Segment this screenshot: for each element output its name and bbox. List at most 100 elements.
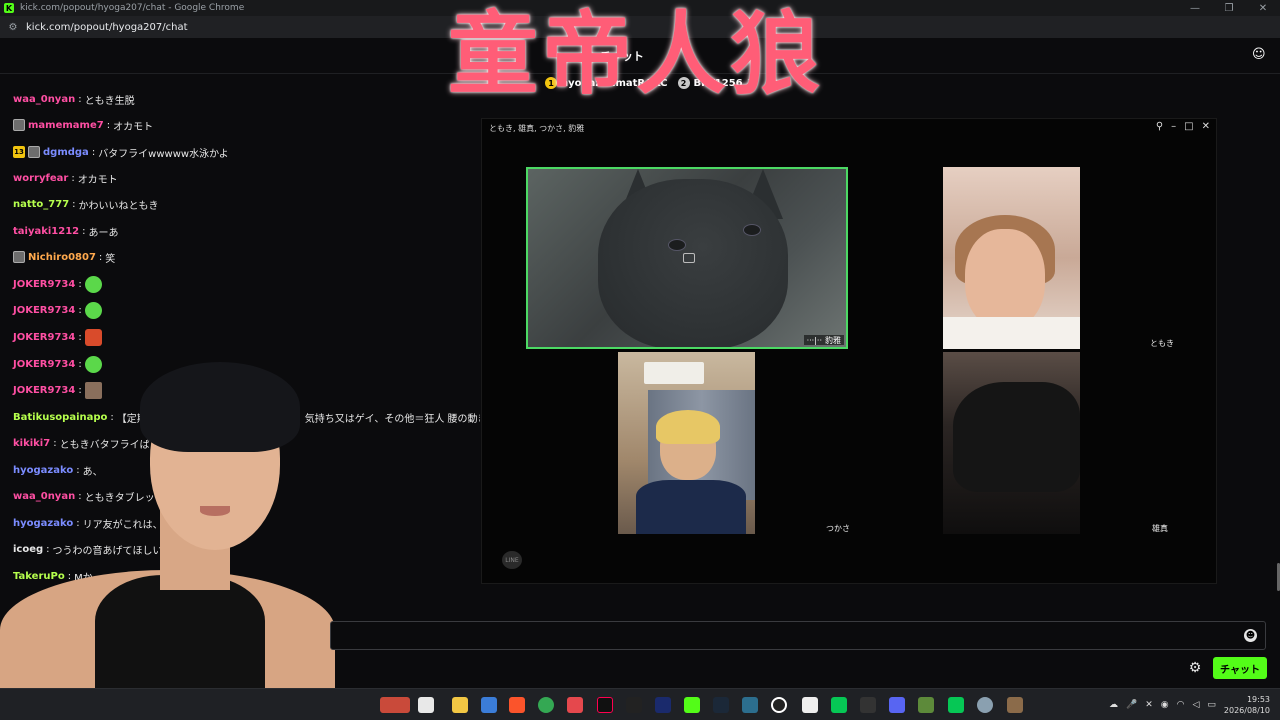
user-avatar-icon (28, 146, 40, 158)
chat-message: natto_777: かわいいねともき (13, 198, 159, 212)
emoji-icon[interactable]: ☻ (1244, 629, 1257, 642)
microphone-icon[interactable]: 🎤 (1126, 700, 1137, 710)
gear-icon[interactable]: ⚙ (1187, 660, 1203, 676)
app-icon[interactable] (481, 697, 497, 713)
streamer-video (95, 575, 265, 690)
chat-input[interactable] (331, 622, 1265, 649)
emote-icon (84, 328, 102, 346)
video-call-window[interactable]: ともき, 雄真, つかさ, 豹雅 ⚲ – □ ✕ ···|·· 豹雅 ともき つ… (481, 118, 1217, 584)
site-info-icon[interactable]: ⚙ (6, 22, 20, 33)
app-icon[interactable] (1007, 697, 1023, 713)
participant-video (965, 229, 1045, 329)
chat-message: JOKER9734: (13, 275, 102, 293)
app-thumbnail-icon[interactable] (380, 697, 410, 713)
participant-tile[interactable] (943, 167, 1080, 349)
volume-icon[interactable]: ◁ (1192, 700, 1199, 710)
line-icon[interactable] (948, 697, 964, 713)
participant-video (636, 480, 746, 534)
chat-username[interactable]: dgmdga (43, 147, 89, 158)
kick-logo-icon: K (4, 3, 14, 13)
app-icon[interactable] (860, 697, 876, 713)
audio-level-icon: ···|·· (806, 335, 822, 345)
participant-tile[interactable] (618, 352, 755, 534)
chat-text: バタフライwwwww水泳かよ (98, 148, 229, 160)
steam-icon[interactable] (713, 697, 729, 713)
chat-message: JOKER9734: (13, 301, 102, 319)
folder-icon[interactable] (452, 697, 468, 713)
user-avatar-icon (13, 119, 25, 131)
chat-input-box: ☻ (330, 621, 1266, 650)
settings-icon[interactable] (977, 697, 993, 713)
users-icon[interactable]: ☺ (1252, 47, 1268, 63)
battery-icon[interactable]: ▭ (1207, 700, 1216, 710)
participant-name: 豹雅 (825, 335, 841, 345)
maximize-icon[interactable]: ❐ (1212, 0, 1246, 16)
discord-icon[interactable] (889, 697, 905, 713)
network-icon[interactable]: ☁ (1109, 700, 1118, 710)
app-icon[interactable] (418, 697, 434, 713)
line-icon[interactable] (831, 697, 847, 713)
chat-username[interactable]: JOKER9734 (13, 332, 75, 343)
chat-username[interactable]: Nichiro0807 (28, 252, 96, 263)
participant-name-box: ···|·· 豹雅 (803, 335, 844, 345)
chat-username[interactable]: waa_0nyan (13, 94, 75, 105)
window-title: kick.com/popout/hyoga207/chat - Google C… (20, 3, 245, 13)
app-icon[interactable] (802, 697, 818, 713)
close-icon[interactable]: ✕ (1246, 0, 1280, 16)
chat-message: mamemame7: オカモト (13, 116, 153, 134)
participant-video (953, 382, 1080, 492)
emote-icon (84, 301, 102, 319)
chat-username[interactable]: taiyaki1212 (13, 226, 79, 237)
camera-off-icon (683, 253, 695, 263)
pin-icon[interactable]: ⚲ (1156, 121, 1163, 132)
brave-icon[interactable] (509, 697, 525, 713)
chat-message: Nichiro0807: 笑 (13, 248, 115, 266)
chat-username[interactable]: natto_777 (13, 199, 69, 210)
participant-video (656, 410, 720, 444)
chrome-icon[interactable] (538, 697, 554, 713)
chat-message: waa_0nyan: ともき生脱 (13, 93, 135, 107)
streamer-webcam-overlay (0, 360, 340, 690)
clock-date: 2026/08/10 (1223, 706, 1270, 715)
subscriber-badge-icon: 13 (13, 146, 25, 158)
minimize-icon[interactable]: — (1178, 0, 1212, 16)
chat-text: オカモト (113, 121, 154, 133)
window-controls: — ❐ ✕ (1178, 0, 1280, 16)
cat-image (598, 179, 788, 347)
send-chat-button[interactable]: チャット (1213, 657, 1267, 679)
wifi-icon[interactable]: ◠ (1177, 700, 1185, 710)
app-icon[interactable] (567, 697, 583, 713)
chat-message: JOKER9734: (13, 328, 102, 346)
chat-username[interactable]: worryfear (13, 173, 68, 184)
line-logo-icon: LINE (502, 551, 522, 569)
chat-message: worryfear: オカモト (13, 172, 118, 186)
minimize-icon[interactable]: – (1171, 121, 1176, 132)
chat-text: 笑 (105, 253, 116, 265)
close-icon[interactable]: ✕ (1202, 121, 1210, 132)
participant-tile[interactable] (943, 352, 1080, 534)
edge-icon[interactable]: ◉ (1161, 700, 1169, 710)
close-icon[interactable]: ✕ (1145, 700, 1153, 710)
chat-username[interactable]: JOKER9734 (13, 305, 75, 316)
cat-eye (668, 239, 686, 251)
participant-name: つかさ (826, 524, 850, 533)
user-avatar-icon (13, 251, 25, 263)
obs-icon[interactable] (771, 697, 787, 713)
app-icon[interactable] (626, 697, 642, 713)
app-icon[interactable] (655, 697, 671, 713)
participant-video (644, 362, 704, 384)
clock[interactable]: 19:53 2026/08/10 (1224, 694, 1270, 716)
tiktok-icon[interactable] (597, 697, 613, 713)
app-icon[interactable] (742, 697, 758, 713)
chat-username[interactable]: mamemame7 (28, 120, 104, 131)
screen: K kick.com/popout/hyoga207/chat - Google… (0, 0, 1280, 720)
streamer-video (200, 506, 230, 516)
maximize-icon[interactable]: □ (1184, 121, 1193, 132)
participant-tile-active[interactable]: ···|·· 豹雅 (526, 167, 848, 349)
kick-icon[interactable] (684, 697, 700, 713)
stream-overlay-title: 童帝人狼 (448, 1, 824, 107)
call-window-controls: ⚲ – □ ✕ (1156, 121, 1210, 132)
minecraft-icon[interactable] (918, 697, 934, 713)
chat-username[interactable]: JOKER9734 (13, 279, 75, 290)
participant-name: 雄真 (1152, 524, 1168, 533)
